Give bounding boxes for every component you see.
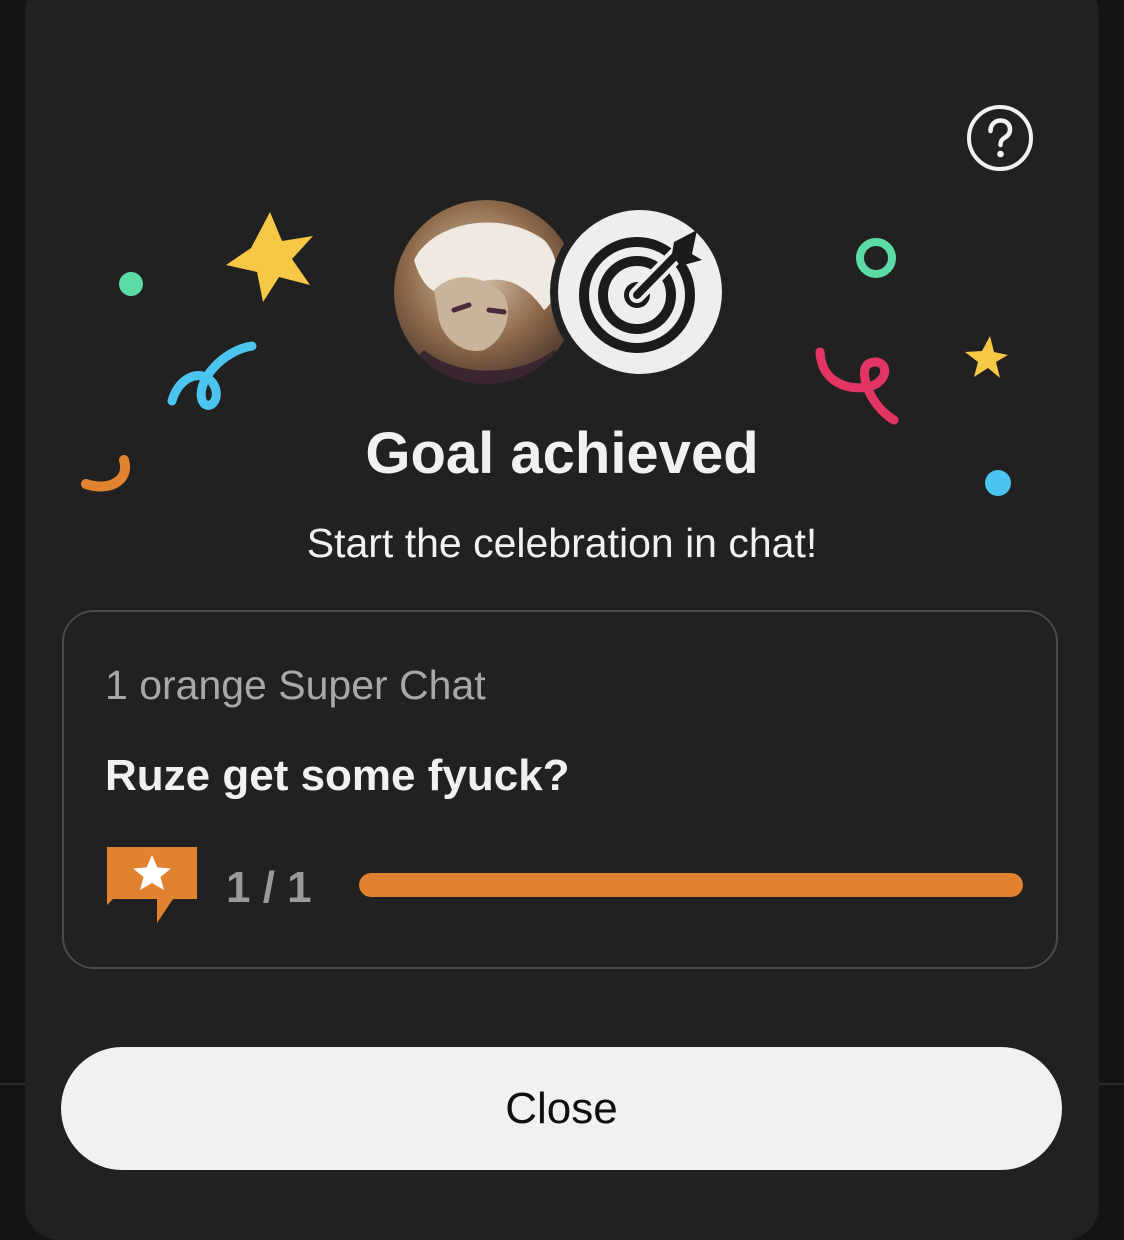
confetti-star-yellow [226,212,313,302]
goal-badge [550,202,730,382]
confetti-star-small-yellow [965,336,1008,378]
super-chat-star-icon [107,847,197,923]
goal-progress-fill [359,873,1023,897]
confetti-squiggle-pink [815,347,899,425]
goal-progress-bar [359,873,1023,897]
goal-card: 1 orange Super Chat Ruze get some fyuck?… [62,610,1058,969]
confetti-swirl-blue [167,341,257,410]
confetti-ring-green [856,238,896,278]
close-button[interactable]: Close [61,1047,1062,1170]
dialog-title: Goal achieved [365,421,759,486]
goal-type-label: 1 orange Super Chat [105,662,486,708]
confetti-dot-green [119,272,143,296]
goal-progress-label: 1 / 1 [226,863,312,912]
goal-text: Ruze get some fyuck? [105,751,570,800]
target-arrow-icon [558,210,722,374]
dialog-subtitle: Start the celebration in chat! [306,520,818,566]
